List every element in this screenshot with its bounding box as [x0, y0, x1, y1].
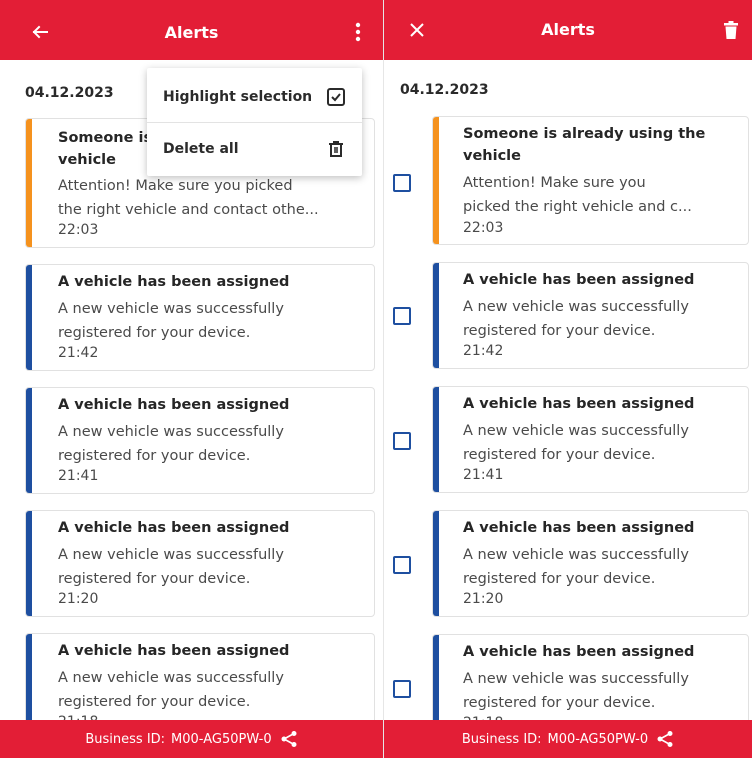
info-accent-bar [433, 263, 439, 368]
menu-item-delete-all[interactable]: Delete all [147, 123, 362, 175]
checkbox-checked-icon [326, 87, 346, 107]
business-id-value: M00-AG50PW-0 [171, 731, 272, 747]
alert-title: A vehicle has been assigned [463, 644, 695, 660]
alerts-screen-with-menu: Alerts 04.12.2023 Someone is vehicle Att… [0, 0, 383, 758]
trash-icon[interactable] [721, 20, 741, 40]
warning-accent-bar [26, 119, 32, 247]
alert-card[interactable]: A vehicle has been assigned A new vehicl… [432, 510, 749, 617]
alert-title: A vehicle has been assigned [463, 520, 695, 536]
alert-time: 21:20 [463, 591, 504, 607]
alert-card[interactable]: A vehicle has been assigned A new vehicl… [432, 386, 749, 493]
alert-title: Someone is vehicle [58, 130, 153, 168]
app-bar: Alerts [0, 0, 383, 60]
alert-message: A new vehicle was successfully registere… [463, 299, 689, 339]
app-bar: Alerts [384, 0, 752, 60]
alert-time: 21:41 [58, 468, 99, 484]
info-accent-bar [433, 511, 439, 616]
menu-item-highlight-selection[interactable]: Highlight selection [147, 71, 362, 123]
alert-title: A vehicle has been assigned [58, 274, 290, 290]
share-icon[interactable] [280, 730, 298, 748]
alert-time: 21:42 [463, 343, 504, 359]
alert-title: A vehicle has been assigned [58, 397, 290, 413]
business-id-label: Business ID: [85, 731, 166, 747]
alert-title: A vehicle has been assigned [58, 643, 290, 659]
alert-time: 21:20 [58, 591, 99, 607]
business-id-label: Business ID: [461, 731, 542, 747]
alert-card[interactable]: A vehicle has been assigned A new vehicl… [25, 264, 375, 371]
alert-message: A new vehicle was successfully registere… [463, 547, 689, 587]
alert-message: A new vehicle was successfully registere… [58, 301, 284, 341]
alert-title: Someone is already using the vehicle [463, 126, 706, 164]
info-accent-bar [433, 387, 439, 492]
select-checkbox[interactable] [393, 556, 411, 574]
alerts-screen-selection-mode: Alerts 04.12.2023 Someone is already usi… [384, 0, 752, 758]
select-checkbox[interactable] [393, 307, 411, 325]
info-accent-bar [26, 265, 32, 370]
alert-message: A new vehicle was successfully registere… [463, 423, 689, 463]
footer-bar: Business ID: M00-AG50PW-0 [0, 720, 383, 758]
trash-outline-icon [326, 139, 346, 159]
alert-title: A vehicle has been assigned [58, 520, 290, 536]
more-vertical-icon[interactable] [348, 22, 368, 42]
info-accent-bar [26, 511, 32, 616]
alert-card[interactable]: A vehicle has been assigned A new vehicl… [25, 387, 375, 494]
alert-card[interactable]: A vehicle has been assigned A new vehicl… [25, 510, 375, 617]
alert-message: Attention! Make sure you picked the righ… [58, 178, 319, 218]
share-icon[interactable] [656, 730, 674, 748]
alert-card[interactable]: Someone is already using the vehicle Att… [432, 116, 749, 245]
info-accent-bar [26, 388, 32, 493]
warning-accent-bar [433, 117, 439, 244]
menu-item-label: Highlight selection [163, 89, 313, 105]
alert-time: 21:41 [463, 467, 504, 483]
date-header: 04.12.2023 [400, 82, 489, 98]
alert-card[interactable]: A vehicle has been assigned A new vehicl… [432, 262, 749, 369]
alert-message: A new vehicle was successfully registere… [463, 671, 689, 711]
alert-title: A vehicle has been assigned [463, 272, 695, 288]
select-checkbox[interactable] [393, 174, 411, 192]
alert-message: A new vehicle was successfully registere… [58, 424, 284, 464]
alert-message: A new vehicle was successfully registere… [58, 547, 284, 587]
select-checkbox[interactable] [393, 680, 411, 698]
select-checkbox[interactable] [393, 432, 411, 450]
alert-time: 22:03 [58, 222, 99, 238]
alert-time: 21:42 [58, 345, 99, 361]
footer-bar: Business ID: M00-AG50PW-0 [384, 720, 752, 758]
page-title: Alerts [164, 23, 219, 42]
page-title: Alerts [541, 20, 595, 39]
alert-message: A new vehicle was successfully registere… [58, 670, 284, 710]
business-id-value: M00-AG50PW-0 [547, 731, 649, 747]
menu-item-label: Delete all [163, 141, 239, 157]
alert-time: 22:03 [463, 220, 504, 236]
alert-message: Attention! Make sure you picked the righ… [463, 175, 692, 215]
alert-title: A vehicle has been assigned [463, 396, 695, 412]
date-header: 04.12.2023 [25, 85, 114, 101]
overflow-menu: Highlight selection Delete all [147, 68, 362, 176]
